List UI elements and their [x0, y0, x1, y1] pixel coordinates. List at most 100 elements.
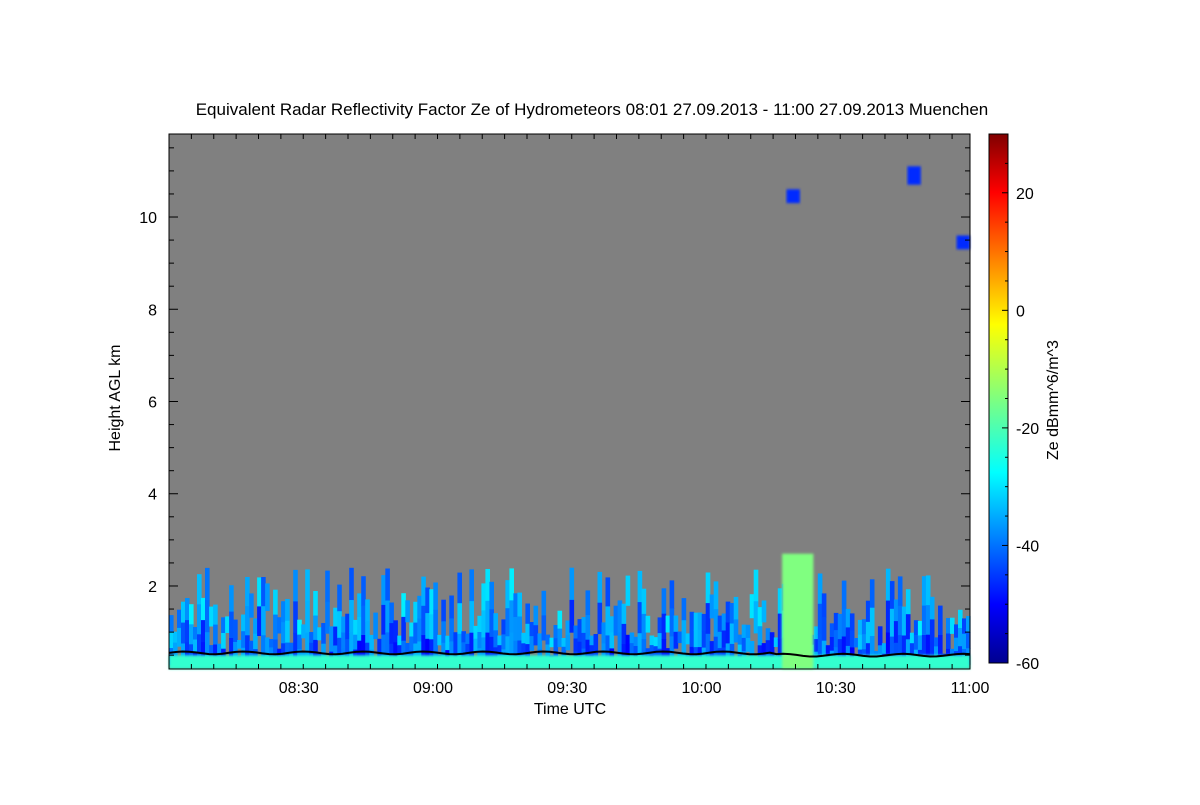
echo-cell	[713, 609, 719, 638]
chart-svg: Equivalent Radar Reflectivity Factor Ze …	[107, 100, 1062, 718]
echo-cell	[661, 588, 667, 615]
echo-cell	[521, 632, 526, 644]
echo-cell	[821, 593, 827, 618]
echo-cell	[721, 613, 727, 632]
echo-cell	[525, 603, 530, 625]
echo-cell	[541, 590, 547, 616]
echo-cell	[401, 593, 406, 618]
echo-cell	[201, 597, 206, 621]
echo-cell	[281, 622, 286, 644]
echo-cell	[956, 235, 970, 250]
colorbar-tick-label: -40	[1016, 538, 1039, 555]
echo-cell	[333, 626, 338, 647]
echo-cell	[205, 600, 210, 633]
y-tick-label: 6	[148, 395, 157, 412]
echo-cell	[353, 619, 358, 636]
echo-cell	[297, 634, 302, 651]
echo-cell	[513, 617, 518, 642]
echo-cell	[641, 613, 647, 640]
echo-cell	[946, 633, 951, 650]
echo-cell	[337, 611, 342, 639]
echo-cell	[773, 637, 779, 647]
echo-cell	[857, 634, 863, 651]
echo-cell	[845, 608, 851, 628]
echo-region	[782, 553, 814, 669]
echo-cell	[229, 611, 234, 639]
echo-cell	[273, 614, 278, 641]
echo-cell	[181, 601, 186, 624]
echo-cell	[281, 601, 286, 623]
echo-cell	[413, 601, 418, 624]
echo-cell	[673, 631, 679, 649]
echo-cell	[449, 595, 454, 620]
echo-cell	[465, 633, 470, 645]
echo-cell	[361, 605, 366, 636]
echo-cell	[821, 617, 827, 642]
echo-cell	[329, 626, 334, 640]
echo-cell	[225, 616, 230, 633]
echo-cell	[245, 606, 250, 636]
echo-cell	[889, 608, 895, 638]
echo-cell	[301, 624, 306, 639]
echo-cell	[909, 643, 915, 655]
echo-cell	[205, 567, 210, 601]
echo-cell	[749, 594, 755, 619]
echo-cell	[617, 600, 623, 633]
echo-cell	[273, 589, 278, 616]
echo-cell	[777, 613, 783, 640]
echo-cell	[425, 613, 430, 640]
echo-cell	[713, 581, 719, 610]
echo-cell	[529, 622, 535, 637]
echo-cell	[837, 613, 843, 640]
y-tick-label: 2	[148, 579, 157, 596]
echo-cell	[505, 580, 510, 609]
echo-cell	[865, 600, 871, 623]
y-tick-label: 10	[139, 210, 157, 227]
echo-cell	[337, 584, 342, 612]
echo-cell	[721, 630, 727, 649]
echo-cell	[553, 625, 559, 639]
echo-cell	[625, 575, 631, 606]
echo-cell	[181, 622, 186, 645]
echo-cell	[741, 637, 747, 652]
echo-cell	[433, 609, 438, 638]
echo-cell	[841, 580, 847, 610]
echo-cell	[569, 567, 575, 601]
echo-cell	[909, 632, 915, 644]
echo-cell	[185, 620, 190, 643]
echo-cell	[421, 605, 426, 636]
echo-cell	[813, 626, 819, 640]
echo-cell	[954, 624, 959, 639]
echo-cell	[569, 599, 575, 633]
echo-cell	[285, 599, 290, 622]
echo-cell	[493, 613, 498, 631]
echo-cell	[565, 620, 571, 636]
echo-cell	[745, 624, 751, 639]
echo-cell	[573, 638, 579, 653]
echo-cell	[541, 615, 547, 641]
echo-cell	[265, 583, 270, 611]
echo-cell	[397, 635, 402, 646]
echo-cell	[213, 624, 218, 646]
echo-cell	[469, 601, 474, 634]
echo-cell	[477, 632, 482, 649]
echo-cell	[213, 604, 218, 626]
echo-cell	[249, 593, 254, 618]
echo-cell	[761, 600, 767, 623]
x-tick-label: 10:00	[681, 680, 721, 697]
echo-cell	[597, 602, 603, 635]
echo-cell	[737, 634, 743, 646]
echo-cell	[525, 623, 530, 645]
echo-cell	[677, 631, 683, 644]
colorbar-label: Ze dBmm^6/m^3	[1045, 340, 1062, 460]
echo-cell	[485, 600, 490, 634]
x-tick-label: 09:00	[413, 680, 453, 697]
echo-cell	[293, 569, 298, 602]
echo-cell	[853, 638, 859, 648]
echo-cell	[189, 604, 194, 625]
x-tick-label: 11:00	[951, 680, 990, 697]
echo-cell	[729, 603, 735, 625]
echo-cell	[889, 581, 895, 610]
echo-cell	[297, 619, 302, 636]
echo-cell	[481, 583, 486, 611]
